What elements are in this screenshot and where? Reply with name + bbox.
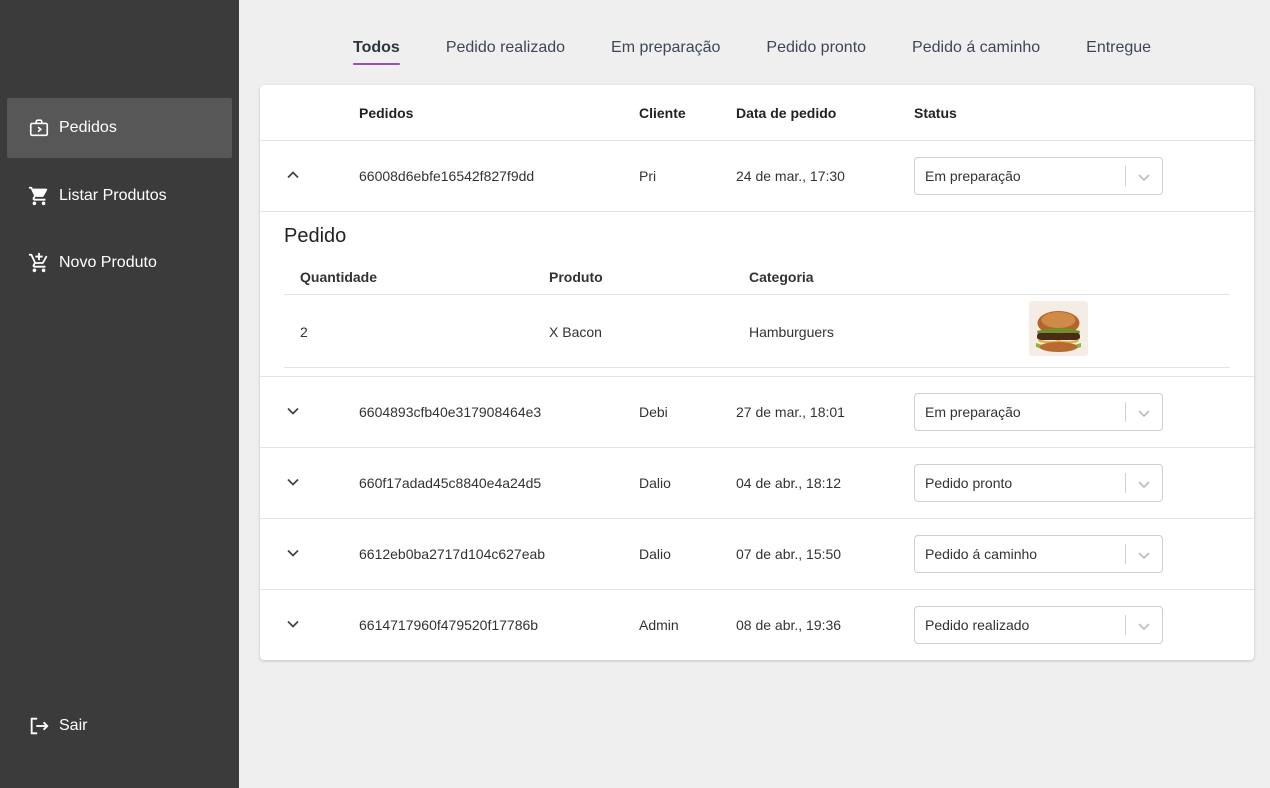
product-image (1029, 301, 1088, 356)
order-client: Dalio (639, 546, 671, 562)
status-select-value: Em preparação (925, 168, 1021, 184)
header-data: Data de pedido (736, 105, 837, 121)
logout-icon (27, 714, 51, 738)
chevron-down-icon[interactable] (283, 472, 303, 492)
select-separator (1125, 473, 1126, 493)
chevron-down-icon[interactable] (1134, 474, 1154, 494)
order-detail: Pedido Quantidade Produto Categoria 2 X … (260, 211, 1254, 377)
order-id: 6614717960f479520f17786b (359, 617, 539, 633)
order-client: Admin (639, 617, 679, 633)
tab-todos[interactable]: Todos (330, 30, 423, 66)
status-select-value: Pedido realizado (925, 617, 1030, 633)
chevron-down-icon[interactable] (283, 401, 303, 421)
header-categoria: Categoria (749, 269, 814, 285)
table-row: 6604893cfb40e317908464e3 Debi 27 de mar.… (260, 377, 1254, 448)
cart-add-icon (27, 251, 51, 275)
sidebar-item-novo-produto[interactable]: Novo Produto (7, 233, 232, 293)
detail-table-header: Quantidade Produto Categoria (284, 267, 1230, 295)
order-client: Pri (639, 168, 657, 184)
chevron-down-icon[interactable] (1134, 403, 1154, 423)
item-product: X Bacon (549, 324, 602, 340)
order-date: 08 de abr., 19:36 (736, 617, 842, 633)
order-id: 66008d6ebfe16542f827f9dd (359, 168, 535, 184)
chevron-up-icon[interactable] (283, 165, 303, 185)
order-client: Dalio (639, 475, 671, 491)
order-date: 04 de abr., 18:12 (736, 475, 842, 491)
sidebar: Pedidos Listar Produtos Novo Produto Sai… (0, 0, 239, 788)
table-row: 6614717960f479520f17786b Admin 08 de abr… (260, 590, 1254, 660)
header-pedidos: Pedidos (359, 105, 414, 121)
order-date: 24 de mar., 17:30 (736, 168, 845, 184)
logout-button[interactable]: Sair (7, 696, 232, 756)
shopping-bag-icon (27, 116, 51, 140)
sidebar-item-listar-produtos[interactable]: Listar Produtos (7, 166, 232, 226)
table-row: 660f17adad45c8840e4a24d5 Dalio 04 de abr… (260, 448, 1254, 519)
table-header: Pedidos Cliente Data de pedido Status (260, 85, 1254, 141)
header-status: Status (914, 105, 957, 121)
sidebar-item-label: Listar Produtos (59, 187, 167, 204)
sidebar-item-label: Novo Produto (59, 254, 157, 271)
logout-label: Sair (59, 717, 88, 734)
tab-pedido-pronto[interactable]: Pedido pronto (743, 30, 889, 66)
tab-entregue[interactable]: Entregue (1063, 30, 1174, 66)
item-category: Hamburguers (749, 324, 834, 340)
select-separator (1125, 544, 1126, 564)
sidebar-item-label: Pedidos (59, 119, 117, 136)
detail-table-row: 2 X Bacon Hamburguers (284, 295, 1230, 368)
tab-pedido-a-caminho[interactable]: Pedido á caminho (889, 30, 1063, 66)
chevron-down-icon[interactable] (1134, 545, 1154, 565)
status-select[interactable]: Pedido pronto (914, 464, 1163, 502)
status-select[interactable]: Pedido realizado (914, 606, 1163, 644)
chevron-down-icon[interactable] (1134, 167, 1154, 187)
status-select-value: Em preparação (925, 404, 1021, 420)
status-select[interactable]: Pedido á caminho (914, 535, 1163, 573)
table-row: 6612eb0ba2717d104c627eab Dalio 07 de abr… (260, 519, 1254, 590)
order-id: 6612eb0ba2717d104c627eab (359, 546, 546, 562)
table-row: 66008d6ebfe16542f827f9dd Pri 24 de mar.,… (260, 141, 1254, 212)
select-separator (1125, 166, 1126, 186)
status-tabs: Todos Pedido realizado Em preparação Ped… (330, 30, 1174, 66)
tab-pedido-realizado[interactable]: Pedido realizado (423, 30, 588, 66)
orders-table: Pedidos Cliente Data de pedido Status 66… (260, 85, 1254, 660)
chevron-down-icon[interactable] (283, 543, 303, 563)
select-separator (1125, 615, 1126, 635)
cart-icon (27, 184, 51, 208)
item-quantity: 2 (300, 324, 308, 340)
status-select-value: Pedido pronto (925, 475, 1013, 491)
order-client: Debi (639, 404, 668, 420)
header-produto: Produto (549, 269, 603, 285)
order-date: 27 de mar., 18:01 (736, 404, 845, 420)
order-id: 6604893cfb40e317908464e3 (359, 404, 542, 420)
order-date: 07 de abr., 15:50 (736, 546, 842, 562)
status-select-value: Pedido á caminho (925, 546, 1038, 562)
select-separator (1125, 402, 1126, 422)
order-detail-title: Pedido (284, 225, 347, 247)
chevron-down-icon[interactable] (1134, 616, 1154, 636)
sidebar-item-pedidos[interactable]: Pedidos (7, 98, 232, 158)
status-select[interactable]: Em preparação (914, 157, 1163, 195)
header-quantidade: Quantidade (300, 269, 378, 285)
status-select[interactable]: Em preparação (914, 393, 1163, 431)
header-cliente: Cliente (639, 105, 686, 121)
chevron-down-icon[interactable] (283, 614, 303, 634)
tab-em-preparacao[interactable]: Em preparação (588, 30, 743, 66)
order-id: 660f17adad45c8840e4a24d5 (359, 475, 542, 491)
